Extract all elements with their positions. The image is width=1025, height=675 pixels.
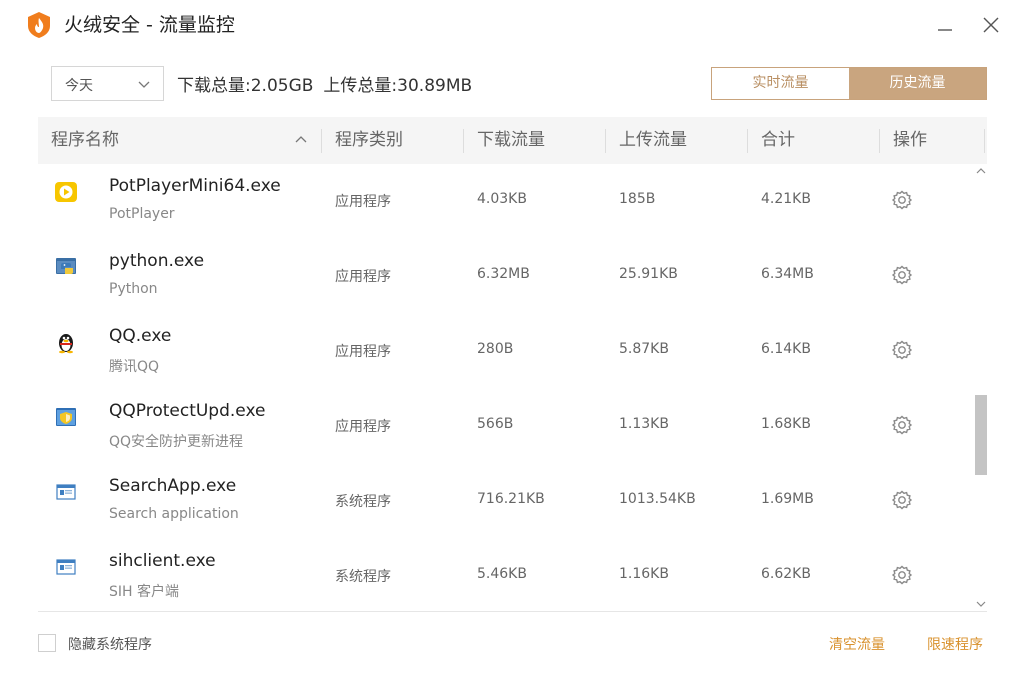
huorong-logo-icon [28, 12, 50, 38]
program-name: PotPlayerMini64.exe [109, 176, 281, 196]
column-divider [984, 129, 985, 153]
program-category: 系统程序 [335, 569, 391, 585]
qq-protect-icon [56, 408, 76, 426]
total-traffic: 6.62KB [761, 566, 811, 582]
date-range-value: 今天 [65, 78, 93, 94]
window-title: 火绒安全 - 流量监控 [64, 14, 235, 36]
table-row[interactable]: QQProtectUpd.exe QQ安全防护更新进程 应用程序 566B 1.… [38, 389, 973, 464]
traffic-summary: 下载总量:2.05GB 上传总量:30.89MB [177, 71, 472, 96]
header-action: 操作 [893, 130, 927, 150]
program-description: Python [109, 281, 158, 297]
chevron-down-icon [138, 81, 150, 88]
download-traffic: 6.32MB [477, 266, 530, 282]
total-traffic: 6.14KB [761, 341, 811, 357]
sort-ascending-icon[interactable] [293, 132, 309, 148]
qq-penguin-icon [59, 334, 73, 354]
program-name: sihclient.exe [109, 551, 216, 571]
total-traffic: 4.21KB [761, 191, 811, 207]
program-description: SIH 客户端 [109, 584, 179, 600]
table-row[interactable]: PotPlayerMini64.exe PotPlayer 应用程序 4.03K… [38, 164, 973, 239]
program-description: 腾讯QQ [109, 359, 160, 375]
gear-icon[interactable] [891, 189, 913, 211]
upload-traffic: 1.16KB [619, 566, 669, 582]
python-icon [56, 258, 76, 274]
table-row[interactable]: sihclient.exe SIH 客户端 系统程序 5.46KB 1.16KB… [38, 539, 973, 611]
date-range-select[interactable]: 今天 [51, 66, 164, 101]
upload-total-value: 30.89MB [397, 76, 473, 96]
gear-icon[interactable] [891, 339, 913, 361]
minimize-icon[interactable] [934, 14, 956, 36]
header-total[interactable]: 合计 [761, 117, 795, 164]
column-divider [463, 129, 464, 153]
gear-icon[interactable] [891, 264, 913, 286]
download-traffic: 5.46KB [477, 566, 527, 582]
program-description: Search application [109, 506, 239, 522]
program-category: 系统程序 [335, 494, 391, 510]
title-bar: 火绒安全 - 流量监控 [0, 0, 1025, 52]
download-traffic: 566B [477, 416, 514, 432]
column-divider [747, 129, 748, 153]
toolbar: 今天 下载总量:2.05GB 上传总量:30.89MB 实时流量 历史流量 [0, 66, 1025, 102]
traffic-mode-tabs: 实时流量 历史流量 [711, 67, 987, 100]
hide-system-label[interactable]: 隐藏系统程序 [68, 634, 152, 654]
header-program-name[interactable]: 程序名称 [51, 117, 119, 164]
upload-traffic: 185B [619, 191, 656, 207]
program-category: 应用程序 [335, 269, 391, 285]
download-traffic: 280B [477, 341, 514, 357]
download-traffic: 716.21KB [477, 491, 545, 507]
scrollbar-thumb[interactable] [975, 395, 987, 475]
download-traffic: 4.03KB [477, 191, 527, 207]
header-program-category[interactable]: 程序类别 [335, 117, 403, 164]
upload-traffic: 1013.54KB [619, 491, 696, 507]
column-divider [321, 129, 322, 153]
gear-icon[interactable] [891, 564, 913, 586]
upload-traffic: 1.13KB [619, 416, 669, 432]
clear-traffic-link[interactable]: 清空流量 [829, 634, 885, 654]
total-traffic: 1.69MB [761, 491, 814, 507]
divider [38, 611, 987, 612]
program-name: python.exe [109, 251, 205, 271]
table-row[interactable]: SearchApp.exe Search application 系统程序 71… [38, 464, 973, 539]
tab-history-traffic[interactable]: 历史流量 [849, 68, 986, 99]
gear-icon[interactable] [891, 489, 913, 511]
window-app-icon [56, 484, 76, 500]
header-download[interactable]: 下载流量 [477, 117, 545, 164]
potplayer-icon [55, 182, 77, 202]
download-total-value: 2.05GB [250, 76, 314, 96]
column-divider [879, 129, 880, 153]
program-list: PotPlayerMini64.exe PotPlayer 应用程序 4.03K… [38, 164, 973, 611]
scroll-up-arrow-icon[interactable] [975, 165, 987, 177]
table-row[interactable]: python.exe Python 应用程序 6.32MB 25.91KB 6.… [38, 239, 973, 314]
hide-system-checkbox[interactable] [38, 634, 56, 652]
footer: 隐藏系统程序 清空流量 限速程序 [0, 630, 1025, 658]
upload-traffic: 5.87KB [619, 341, 669, 357]
program-category: 应用程序 [335, 344, 391, 360]
gear-icon[interactable] [891, 414, 913, 436]
upload-total-label: 上传总量: [323, 76, 398, 96]
column-divider [605, 129, 606, 153]
window-app-icon [56, 559, 76, 575]
total-traffic: 1.68KB [761, 416, 811, 432]
tab-live-traffic[interactable]: 实时流量 [712, 68, 849, 99]
table-header: 程序名称 程序类别 下载流量 上传流量 合计 操作 [38, 117, 987, 164]
program-description: QQ安全防护更新进程 [109, 434, 244, 450]
upload-traffic: 25.91KB [619, 266, 678, 282]
header-upload[interactable]: 上传流量 [619, 117, 687, 164]
program-category: 应用程序 [335, 419, 391, 435]
program-name: QQProtectUpd.exe [109, 401, 266, 421]
program-description: PotPlayer [109, 206, 175, 222]
program-name: QQ.exe [109, 326, 172, 346]
scroll-down-arrow-icon[interactable] [975, 598, 987, 610]
close-icon[interactable] [980, 14, 1002, 36]
speed-limit-link[interactable]: 限速程序 [927, 634, 983, 654]
total-traffic: 6.34MB [761, 266, 814, 282]
table-row[interactable]: QQ.exe 腾讯QQ 应用程序 280B 5.87KB 6.14KB [38, 314, 973, 389]
program-category: 应用程序 [335, 194, 391, 210]
program-name: SearchApp.exe [109, 476, 237, 496]
download-total-label: 下载总量: [177, 76, 251, 96]
